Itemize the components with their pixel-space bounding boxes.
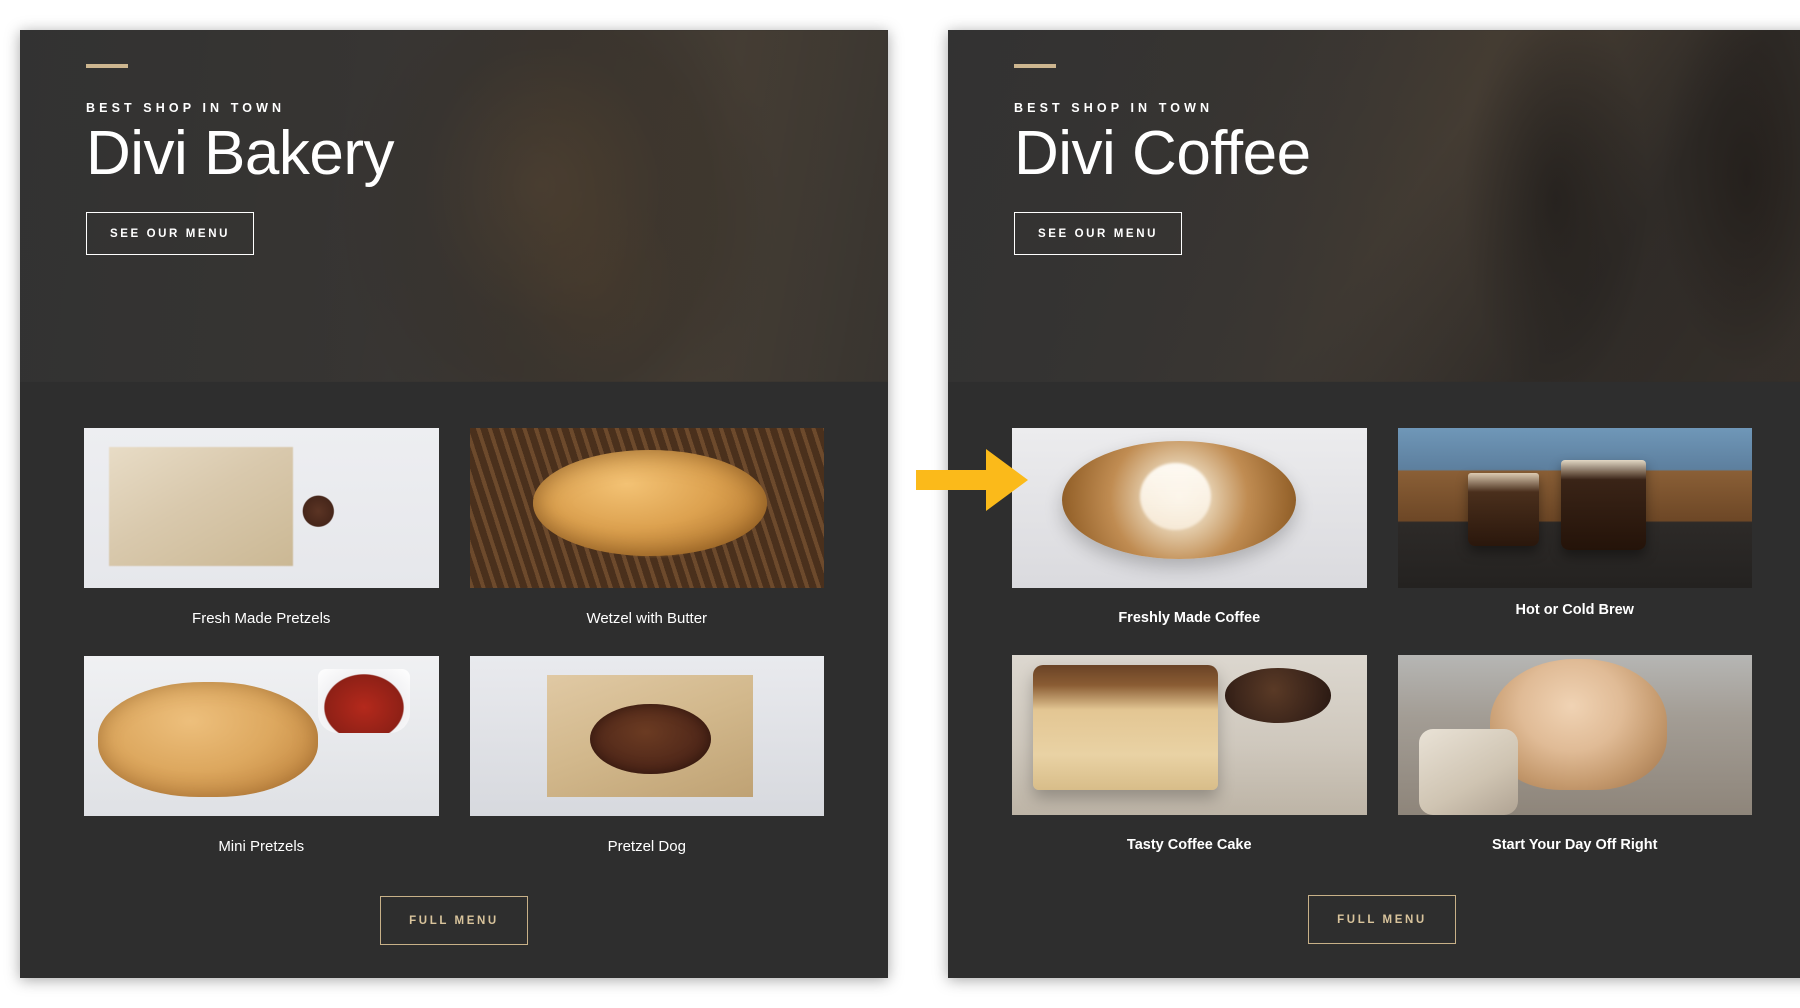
full-menu-button[interactable]: FULL MENU [380,896,528,945]
see-our-menu-button[interactable]: SEE OUR MENU [1014,211,1183,255]
hero-content: BEST SHOP IN TOWN Divi Bakery SEE OUR ME… [86,64,848,255]
panel-divi-bakery: BEST SHOP IN TOWN Divi Bakery SEE OUR ME… [20,30,888,978]
product-grid: Fresh Made Pretzels Wetzel with Butter M… [84,428,824,856]
gold-accent-bar [1014,64,1056,68]
product-caption: Mini Pretzels [218,838,305,855]
product-caption: Hot or Cold Brew [1515,602,1634,618]
product-caption: Fresh Made Pretzels [192,610,331,627]
product-card[interactable]: Tasty Coffee Cake [1012,655,1367,854]
hero-section-bakery: BEST SHOP IN TOWN Divi Bakery SEE OUR ME… [20,30,888,382]
footer-cta-wrap: FULL MENU [1012,855,1752,944]
pretzel-in-paper-photo[interactable] [84,428,439,588]
hero-content: BEST SHOP IN TOWN Divi Coffee SEE OUR ME… [1014,64,1776,255]
footer-cta-wrap: FULL MENU [84,856,824,945]
gold-accent-bar [86,64,128,68]
coffee-cake-photo[interactable] [1012,655,1367,816]
comparison-stage: BEST SHOP IN TOWN Divi Bakery SEE OUR ME… [0,0,1800,1008]
hero-section-coffee: BEST SHOP IN TOWN Divi Coffee SEE OUR ME… [948,30,1800,382]
product-grid: Freshly Made Coffee Hot or Cold Brew Tas… [1012,428,1752,855]
hero-eyebrow: BEST SHOP IN TOWN [1014,101,1214,115]
product-card[interactable]: Freshly Made Coffee [1012,428,1367,627]
smiling-woman-photo[interactable] [1397,655,1752,816]
latte-art-photo[interactable] [1012,428,1367,588]
hero-eyebrow: BEST SHOP IN TOWN [86,101,286,115]
page-title: Divi Coffee [1014,119,1311,188]
pretzel-dog-photo[interactable] [469,656,824,816]
product-card[interactable]: Fresh Made Pretzels [84,428,439,628]
product-card[interactable]: Hot or Cold Brew [1397,428,1752,627]
product-grid-wrap-bakery: Fresh Made Pretzels Wetzel with Butter M… [20,382,888,945]
right-arrow-icon [916,449,1028,511]
brew-glasses-photo[interactable] [1397,428,1752,588]
product-caption: Pretzel Dog [607,838,686,855]
pretzel-on-rack-photo[interactable] [469,428,824,588]
panel-divi-coffee: BEST SHOP IN TOWN Divi Coffee SEE OUR ME… [948,30,1800,978]
product-grid-wrap-coffee: Freshly Made Coffee Hot or Cold Brew Tas… [948,382,1800,944]
see-our-menu-button[interactable]: SEE OUR MENU [86,211,255,255]
product-card[interactable]: Pretzel Dog [469,656,824,856]
product-card[interactable]: Wetzel with Butter [469,428,824,628]
product-caption: Tasty Coffee Cake [1126,837,1252,854]
product-caption: Freshly Made Coffee [1118,610,1261,626]
full-menu-button[interactable]: FULL MENU [1308,894,1456,944]
product-caption: Wetzel with Butter [586,610,708,627]
mini-pretzels-photo[interactable] [84,656,439,816]
product-card[interactable]: Start Your Day Off Right [1397,655,1752,854]
product-caption: Start Your Day Off Right [1492,837,1658,854]
product-card[interactable]: Mini Pretzels [84,656,439,856]
page-title: Divi Bakery [86,119,395,188]
